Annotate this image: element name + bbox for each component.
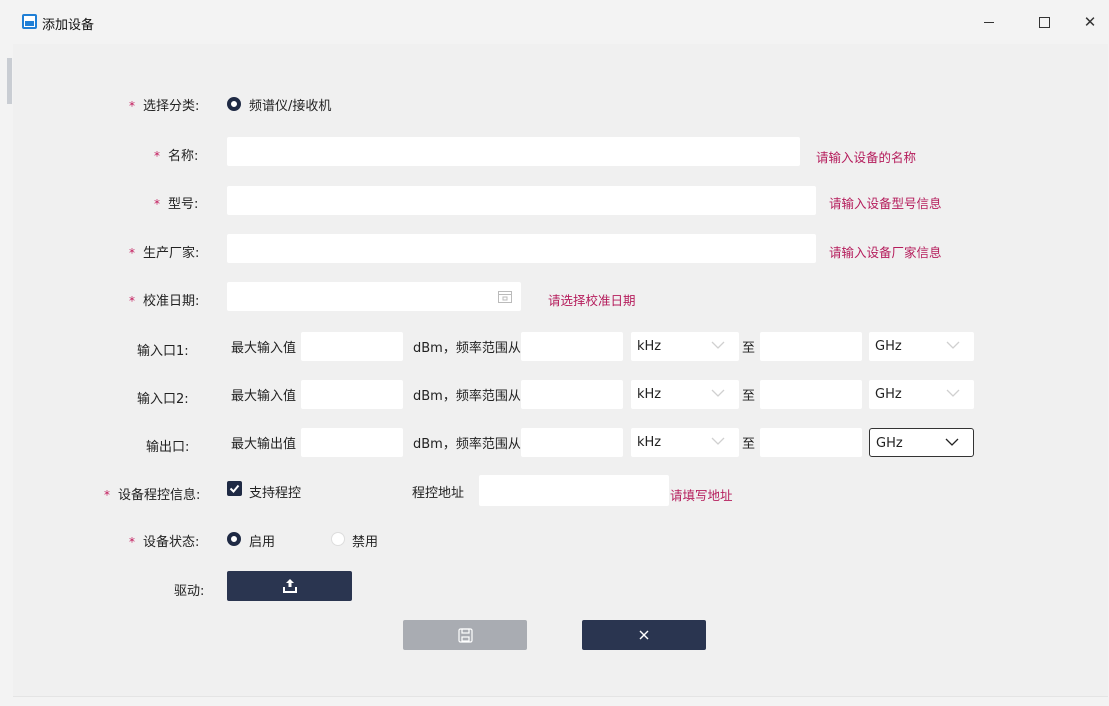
port-to-input[interactable]: [760, 332, 862, 361]
required-marker: *: [104, 488, 110, 502]
required-marker: *: [154, 197, 160, 211]
required-marker: *: [154, 149, 160, 163]
model-input[interactable]: [227, 186, 816, 215]
status-enabled-label: 启用: [249, 535, 276, 550]
program-address-hint: 请填写地址: [670, 488, 733, 503]
save-icon: [457, 627, 473, 643]
port-to-unit-value: GHz: [875, 339, 902, 354]
program-control-label: * 设备程控信息:: [104, 484, 200, 503]
program-address-input[interactable]: [479, 475, 669, 506]
required-marker: *: [129, 294, 135, 308]
port-to-input[interactable]: [760, 428, 862, 457]
device-status-label: * 设备状态:: [129, 531, 199, 550]
driver-upload-button[interactable]: [227, 571, 352, 601]
minimize-icon: [984, 21, 994, 23]
checkmark-icon: [229, 484, 240, 493]
model-label: * 型号:: [154, 193, 198, 212]
port-dbm-label: dBm，频率范围从: [413, 389, 521, 404]
port-max-input[interactable]: [301, 428, 403, 457]
port-to-unit-value: GHz: [875, 387, 902, 402]
port-to-label: 至: [742, 437, 756, 452]
status-disabled-label: 禁用: [352, 535, 379, 550]
port-to-unit-select[interactable]: GHz: [869, 428, 974, 457]
port-dbm-label: dBm，频率范围从: [413, 437, 521, 452]
chevron-down-icon: [946, 389, 960, 397]
port-to-unit-select[interactable]: GHz: [869, 332, 974, 361]
name-label-text: 名称:: [168, 149, 199, 164]
required-marker: *: [129, 99, 135, 113]
cancel-button[interactable]: [582, 620, 706, 650]
port-from-input[interactable]: [521, 428, 623, 457]
port-to-unit-value: GHz: [876, 436, 903, 451]
chevron-down-icon: [946, 341, 960, 349]
port-to-input[interactable]: [760, 380, 862, 409]
program-control-checkbox[interactable]: [227, 481, 242, 496]
close-window-icon: ✕: [1083, 13, 1097, 31]
model-hint: 请输入设备型号信息: [829, 196, 942, 211]
minimize-button[interactable]: [966, 8, 1012, 36]
status-enabled-radio[interactable]: [227, 532, 241, 546]
manufacturer-label-text: 生产厂家:: [143, 246, 200, 261]
side-strip: [7, 58, 12, 104]
window-title: 添加设备: [42, 18, 95, 33]
port-from-unit-value: kHz: [637, 339, 662, 354]
port-max-label: 最大输入值: [231, 341, 297, 356]
calibration-date-hint: 请选择校准日期: [548, 293, 636, 308]
port-max-input[interactable]: [301, 332, 403, 361]
port-max-label: 最大输出值: [231, 437, 297, 452]
category-radio[interactable]: [227, 97, 241, 111]
calibration-date-picker[interactable]: [227, 282, 521, 311]
port-to-unit-select[interactable]: GHz: [869, 380, 974, 409]
manufacturer-label: * 生产厂家:: [129, 242, 199, 261]
calibration-date-label-text: 校准日期:: [143, 294, 200, 309]
program-address-label: 程控地址: [412, 486, 465, 501]
chevron-down-icon: [945, 438, 959, 446]
app-icon: [22, 14, 37, 29]
category-option-label: 频谱仪/接收机: [249, 99, 332, 114]
model-label-text: 型号:: [168, 197, 199, 212]
upload-icon: [282, 579, 297, 593]
program-control-checkbox-label: 支持程控: [249, 486, 302, 501]
port-label: 输入口1:: [137, 344, 189, 359]
name-hint: 请输入设备的名称: [816, 150, 917, 165]
port-to-label: 至: [742, 389, 756, 404]
chevron-down-icon: [711, 341, 725, 349]
manufacturer-input[interactable]: [227, 234, 816, 263]
maximize-button[interactable]: [1021, 8, 1067, 36]
port-from-input[interactable]: [521, 380, 623, 409]
chevron-down-icon: [711, 389, 725, 397]
save-button[interactable]: [403, 620, 527, 650]
port-max-label: 最大输入值: [231, 389, 297, 404]
port-to-label: 至: [742, 341, 756, 356]
device-status-label-text: 设备状态:: [143, 535, 200, 550]
category-label: * 选择分类:: [129, 95, 199, 114]
required-marker: *: [129, 246, 135, 260]
port-from-unit-select[interactable]: kHz: [631, 428, 739, 457]
port-from-unit-value: kHz: [637, 435, 662, 450]
port-from-unit-select[interactable]: kHz: [631, 332, 739, 361]
port-from-unit-select[interactable]: kHz: [631, 380, 739, 409]
port-dbm-label: dBm，频率范围从: [413, 341, 521, 356]
title-bar: 添加设备 ✕: [0, 0, 1109, 44]
calendar-icon[interactable]: [498, 290, 512, 303]
chevron-down-icon: [711, 437, 725, 445]
close-window-button[interactable]: ✕: [1067, 8, 1109, 36]
driver-label: 驱动:: [174, 584, 205, 599]
manufacturer-hint: 请输入设备厂家信息: [829, 245, 942, 260]
port-label: 输出口:: [146, 440, 190, 455]
status-disabled-radio[interactable]: [331, 532, 345, 546]
name-input[interactable]: [227, 137, 800, 166]
calibration-date-label: * 校准日期:: [129, 290, 199, 309]
required-marker: *: [129, 535, 135, 549]
name-label: * 名称:: [154, 145, 198, 164]
port-max-input[interactable]: [301, 380, 403, 409]
program-control-label-text: 设备程控信息:: [118, 488, 201, 503]
port-from-input[interactable]: [521, 332, 623, 361]
maximize-icon: [1038, 16, 1050, 28]
port-from-unit-value: kHz: [637, 387, 662, 402]
close-icon: [639, 630, 649, 640]
category-label-text: 选择分类:: [143, 99, 200, 114]
port-label: 输入口2:: [137, 392, 189, 407]
